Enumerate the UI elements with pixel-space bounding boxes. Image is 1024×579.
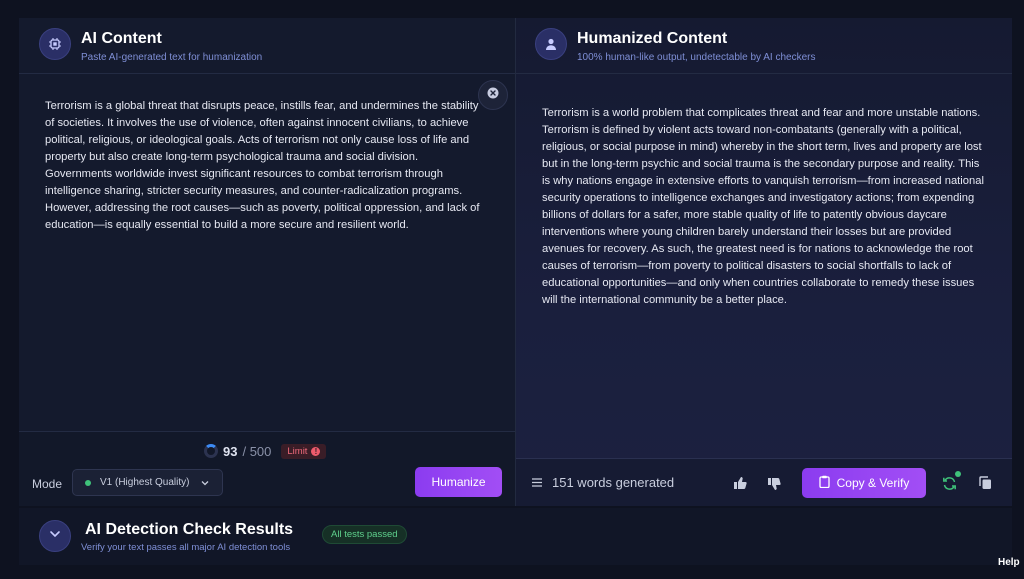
ai-content-input[interactable]: Terrorism is a global threat that disrup… xyxy=(45,98,485,234)
ai-panel-footer: 93 / 500 Limit ! Mode V1 (Highest Qualit… xyxy=(19,431,515,506)
close-icon xyxy=(487,86,499,104)
mode-label: Mode xyxy=(32,477,63,491)
detection-title: AI Detection Check Results xyxy=(85,521,294,538)
status-dot-icon xyxy=(955,471,961,477)
humanize-button[interactable]: Humanize xyxy=(415,467,502,497)
chevron-down-icon xyxy=(200,478,210,491)
limit-label: Limit xyxy=(287,445,308,457)
copy-verify-label: Copy & Verify xyxy=(836,476,910,490)
chip-icon xyxy=(39,28,71,60)
copy-icon[interactable] xyxy=(977,475,993,491)
expand-detection-button[interactable] xyxy=(39,520,71,552)
word-max: / 500 xyxy=(242,443,272,459)
refresh-icon[interactable] xyxy=(940,474,958,492)
status-dot-icon xyxy=(85,479,91,486)
thumbs-down-icon[interactable] xyxy=(766,476,782,492)
limit-badge: Limit ! xyxy=(281,443,327,459)
ai-panel-header: AI Content Paste AI-generated text for h… xyxy=(19,18,515,74)
word-count: 93 xyxy=(223,443,238,459)
ai-panel-subtitle: Paste AI-generated text for humanization xyxy=(81,52,263,63)
human-panel-title: Humanized Content xyxy=(577,30,728,47)
word-counter: 93 / 500 Limit ! xyxy=(204,442,327,460)
ai-panel-title: AI Content xyxy=(81,30,162,47)
human-panel-footer: 151 words generated Copy & Verify xyxy=(516,458,1012,506)
thumbs-up-icon[interactable] xyxy=(732,475,748,491)
status-badge: All tests passed xyxy=(322,525,407,544)
alert-icon: ! xyxy=(311,446,321,456)
humanized-content-panel: Humanized Content 100% human-like output… xyxy=(516,18,1012,506)
list-icon xyxy=(532,475,542,490)
words-generated: 151 words generated xyxy=(532,475,674,490)
ai-detection-section: AI Detection Check Results Verify your t… xyxy=(19,508,1012,565)
clipboard-icon xyxy=(818,475,830,491)
ai-content-panel: AI Content Paste AI-generated text for h… xyxy=(19,18,516,506)
help-button[interactable]: Help xyxy=(998,557,1020,568)
chevron-down-icon xyxy=(48,527,62,546)
progress-ring-icon xyxy=(204,444,218,458)
copy-verify-button[interactable]: Copy & Verify xyxy=(802,468,926,498)
detection-subtitle: Verify your text passes all major AI det… xyxy=(81,542,291,553)
words-generated-label: 151 words generated xyxy=(552,475,675,490)
mode-value: V1 (Highest Quality) xyxy=(100,477,190,488)
human-panel-header: Humanized Content 100% human-like output… xyxy=(516,18,1012,74)
user-icon xyxy=(535,28,567,60)
mode-select[interactable]: V1 (Highest Quality) xyxy=(72,469,223,496)
app-frame: AI Content Paste AI-generated text for h… xyxy=(19,18,1012,565)
human-panel-subtitle: 100% human-like output, undetectable by … xyxy=(577,52,816,63)
humanized-output: Terrorism is a world problem that compli… xyxy=(542,107,984,306)
